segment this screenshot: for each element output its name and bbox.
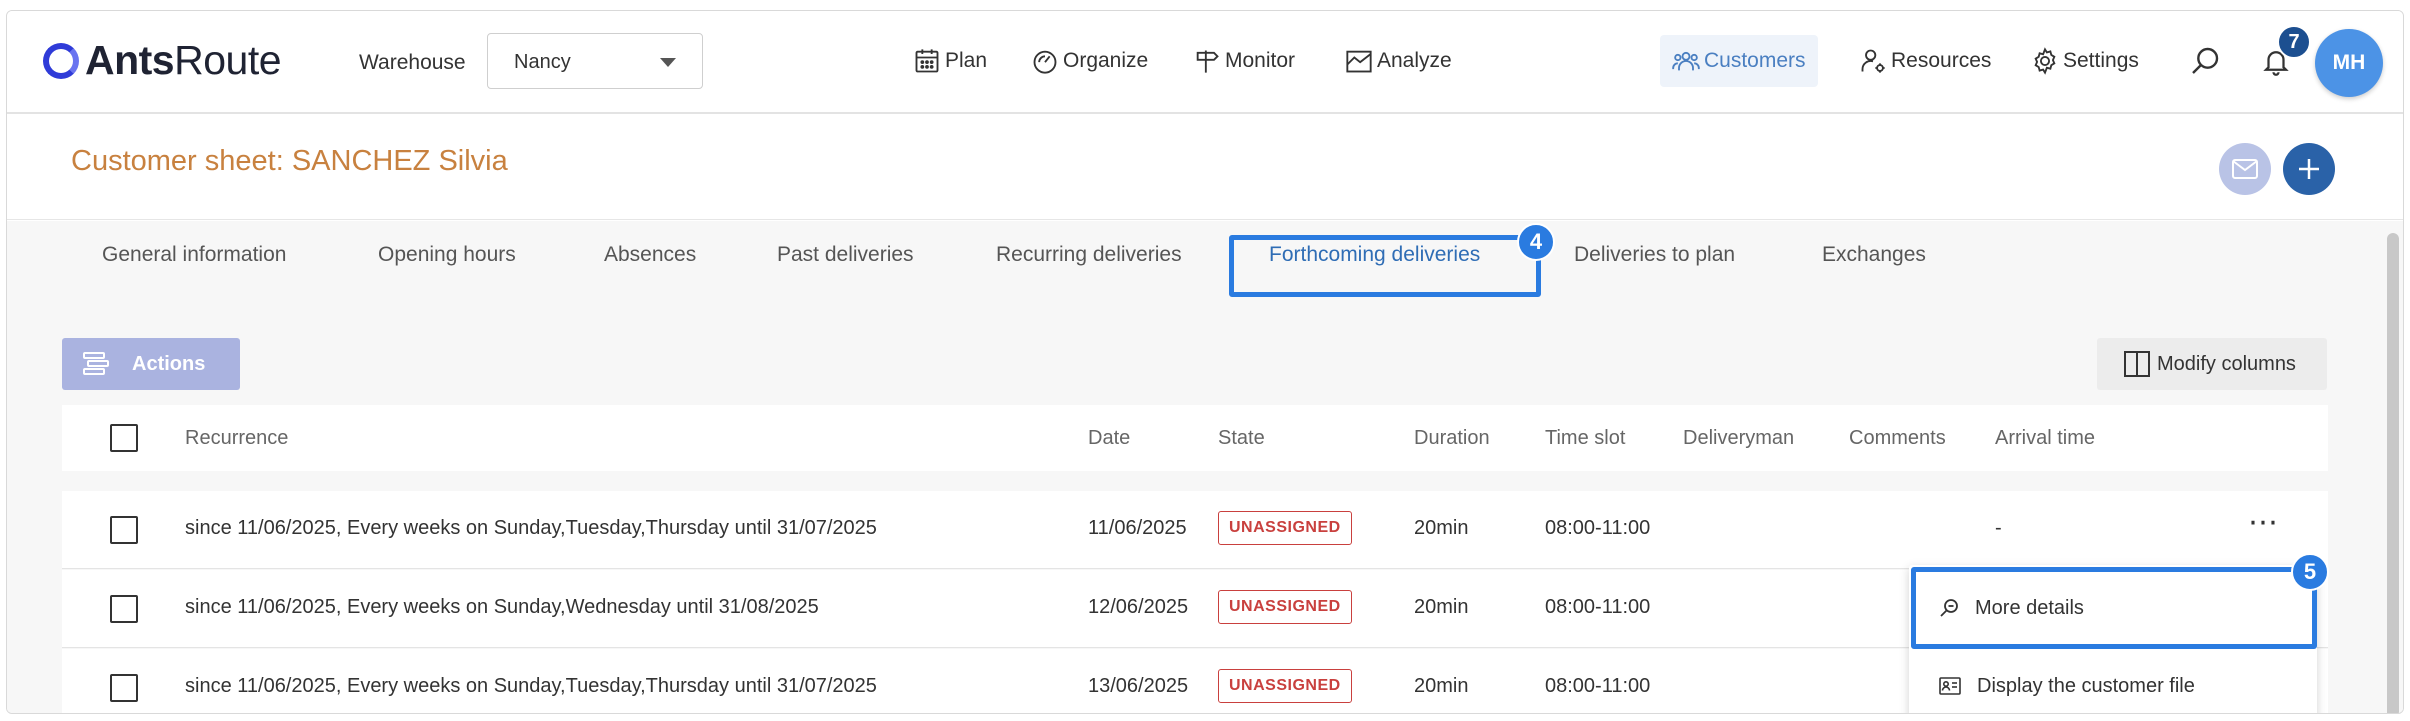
vertical-scrollbar[interactable] [2387, 233, 2399, 713]
cell-duration: 20min [1414, 517, 1469, 539]
column-header-comments[interactable]: Comments [1849, 427, 1946, 450]
nav-resources-label: Resources [1891, 49, 1992, 72]
row-checkbox[interactable] [110, 595, 138, 623]
column-header-recurrence[interactable]: Recurrence [185, 427, 288, 450]
tab-highlight-box [1229, 235, 1541, 297]
cell-recurrence: since 11/06/2025, Every weeks on Sunday,… [185, 675, 877, 697]
gauge-icon [1033, 50, 1057, 74]
column-header-time-slot[interactable]: Time slot [1545, 427, 1625, 450]
avatar[interactable]: MH [2315, 29, 2383, 97]
tab-absences[interactable]: Absences [604, 243, 696, 267]
column-header-arrival-time[interactable]: Arrival time [1995, 427, 2095, 450]
chart-icon [1346, 50, 1372, 73]
cell-recurrence: since 11/06/2025, Every weeks on Sunday,… [185, 517, 877, 539]
app-logo[interactable]: AntsRoute [43, 37, 282, 84]
nav-customers-label: Customers [1704, 49, 1806, 72]
cell-time-slot: 08:00-11:00 [1545, 596, 1651, 618]
column-header-state[interactable]: State [1218, 427, 1265, 450]
row-menu-button[interactable]: ⋯ [2248, 505, 2279, 540]
id-card-icon [1939, 677, 1961, 695]
cell-date: 13/06/2025 [1088, 675, 1189, 697]
nav-plan[interactable]: Plan [913, 38, 987, 84]
signpost-icon [1196, 50, 1219, 73]
tab-general-information[interactable]: General information [102, 243, 286, 267]
nav-plan-label: Plan [945, 49, 988, 72]
warehouse-label: Warehouse [359, 51, 466, 74]
warehouse-value: Nancy [514, 51, 571, 73]
step-badge-menu: 5 [2291, 553, 2329, 591]
row-checkbox[interactable] [110, 674, 138, 702]
send-email-button[interactable] [2219, 143, 2271, 195]
users-icon [1672, 51, 1700, 71]
cell-date: 12/06/2025 [1088, 596, 1189, 618]
tab-exchanges[interactable]: Exchanges [1822, 243, 1926, 267]
app-window: AntsRoute Warehouse Nancy Plan Organize … [6, 10, 2404, 714]
logo-icon [43, 42, 79, 79]
search-icon [2192, 47, 2219, 74]
step-badge-tab: 4 [1517, 223, 1555, 261]
content-area: General information Opening hours Absenc… [7, 221, 2403, 713]
nav-settings-label: Settings [2063, 49, 2139, 72]
tab-deliveries-to-plan[interactable]: Deliveries to plan [1574, 243, 1735, 267]
table-header: Recurrence Date State Duration Time slot… [62, 405, 2328, 471]
cell-duration: 20min [1414, 675, 1469, 697]
column-header-duration[interactable]: Duration [1414, 427, 1490, 450]
column-header-deliveryman[interactable]: Deliveryman [1683, 427, 1794, 450]
tab-past-deliveries[interactable]: Past deliveries [777, 243, 914, 267]
search-button[interactable] [2189, 38, 2225, 84]
nav-organize-label: Organize [1063, 49, 1149, 72]
nav-settings[interactable]: Settings [2031, 38, 2139, 84]
status-badge: UNASSIGNED [1218, 669, 1352, 703]
warehouse-select[interactable]: Nancy [487, 33, 703, 89]
cell-time-slot: 08:00-11:00 [1545, 675, 1651, 697]
actions-button[interactable]: Actions [62, 338, 240, 390]
cell-date: 11/06/2025 [1088, 517, 1187, 539]
tab-recurring-deliveries[interactable]: Recurring deliveries [996, 243, 1182, 267]
logo-text: AntsRoute [85, 37, 282, 83]
calendar-icon [915, 49, 939, 73]
chevron-down-icon [660, 58, 676, 67]
status-badge: UNASSIGNED [1218, 511, 1352, 545]
nav-analyze[interactable]: Analyze [1345, 38, 1452, 84]
customer-sheet-header: Customer sheet: SANCHEZ Silvia [7, 114, 2403, 220]
nav-monitor[interactable]: Monitor [1193, 38, 1295, 84]
cell-time-slot: 08:00-11:00 [1545, 517, 1651, 539]
columns-icon [2124, 351, 2150, 377]
gear-icon [2034, 47, 2056, 75]
notification-count-badge: 7 [2277, 25, 2311, 59]
plus-icon [2299, 159, 2319, 179]
nav-resources[interactable]: Resources [1859, 38, 1991, 84]
modify-columns-label: Modify columns [2157, 352, 2296, 375]
actions-list-icon [83, 352, 109, 375]
cell-arrival-time: - [1995, 517, 2002, 539]
nav-customers[interactable]: Customers [1660, 35, 1818, 87]
table-row[interactable]: since 11/06/2025, Every weeks on Sunday,… [62, 491, 2328, 569]
add-button[interactable] [2283, 143, 2335, 195]
menu-item-display-customer-file[interactable]: Display the customer file [1909, 647, 2317, 713]
modify-columns-button[interactable]: Modify columns [2097, 338, 2327, 390]
row-checkbox[interactable] [110, 516, 138, 544]
nav-monitor-label: Monitor [1225, 49, 1296, 72]
nav-analyze-label: Analyze [1377, 49, 1452, 72]
status-badge: UNASSIGNED [1218, 590, 1352, 624]
mail-icon [2232, 159, 2258, 179]
select-all-checkbox[interactable] [110, 424, 138, 452]
nav-organize[interactable]: Organize [1031, 38, 1148, 84]
column-header-date[interactable]: Date [1088, 427, 1130, 450]
top-bar: AntsRoute Warehouse Nancy Plan Organize … [7, 11, 2403, 114]
tab-opening-hours[interactable]: Opening hours [378, 243, 516, 267]
cell-recurrence: since 11/06/2025, Every weeks on Sunday,… [185, 596, 819, 618]
page-title: Customer sheet: SANCHEZ Silvia [71, 145, 508, 177]
actions-label: Actions [132, 352, 206, 375]
user-gear-icon [1861, 49, 1885, 73]
cell-duration: 20min [1414, 596, 1469, 618]
menu-highlight-box [1911, 567, 2317, 649]
menu-item-label: Display the customer file [1977, 674, 2195, 697]
